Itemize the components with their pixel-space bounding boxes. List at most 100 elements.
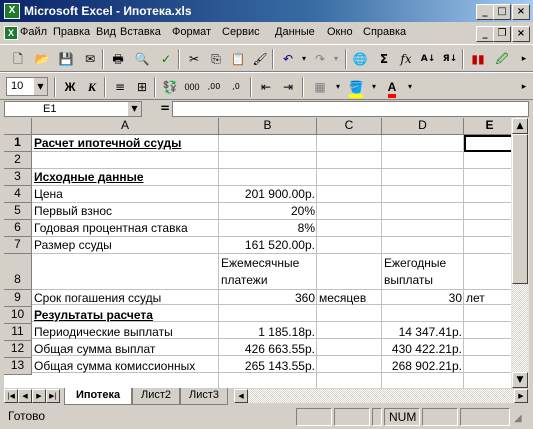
row-header-8[interactable]: 8 [4, 254, 32, 290]
cell-a5[interactable]: Первый взнос [32, 203, 219, 220]
borders-dropdown-icon[interactable]: ▾ [328, 77, 348, 97]
excel-app-icon[interactable]: X [4, 3, 20, 19]
row-header-7[interactable]: 7 [4, 237, 32, 254]
font-color-dropdown-icon[interactable]: ▾ [400, 77, 420, 97]
scroll-left-icon[interactable]: ◀ [234, 389, 248, 403]
align-left-icon[interactable]: ≡ [110, 77, 130, 97]
cell-e9[interactable]: лет [464, 290, 516, 307]
cell-b12[interactable]: 426 663.55р. [219, 341, 317, 358]
column-header-a[interactable]: A [32, 118, 219, 135]
scroll-up-icon[interactable]: ▲ [512, 118, 528, 134]
cell-a3[interactable]: Исходные данные [32, 169, 219, 186]
print-icon[interactable]: 🖶 [108, 49, 128, 69]
active-cell-e1[interactable] [464, 135, 516, 152]
vertical-scrollbar[interactable]: ▲ ▼ [511, 118, 529, 388]
sort-descending-icon[interactable]: Я↓ [440, 49, 460, 69]
doc-close-button[interactable]: × [512, 26, 530, 42]
minimize-button[interactable]: _ [476, 4, 494, 20]
open-folder-icon[interactable]: 📂 [32, 49, 52, 69]
name-box[interactable]: E1 ▼ [4, 101, 142, 117]
bold-button[interactable]: Ж [60, 77, 80, 97]
sheet-tab-list2[interactable]: Лист2 [132, 388, 180, 405]
cell-a10[interactable]: Результаты расчета [32, 307, 219, 324]
italic-button[interactable]: К [82, 77, 102, 97]
horizontal-scrollbar-track[interactable] [248, 389, 514, 403]
cell-a4[interactable]: Цена [32, 186, 219, 203]
new-document-icon[interactable]: 🗋 [8, 49, 28, 69]
row-header-3[interactable]: 3 [4, 169, 32, 186]
fill-color-icon[interactable]: 🪣 [346, 77, 366, 98]
print-preview-icon[interactable]: 🔍 [132, 49, 152, 69]
row-header-13[interactable]: 13 [4, 358, 32, 375]
doc-minimize-button[interactable]: _ [476, 26, 494, 42]
paste-icon[interactable]: 📋 [228, 49, 248, 69]
cell-d8[interactable]: Ежегодные выплаты [382, 255, 463, 289]
cut-icon[interactable]: ✂ [184, 49, 204, 69]
scrollbar-thumb[interactable] [512, 134, 528, 284]
menu-window[interactable]: Окно [327, 26, 353, 38]
decrease-decimal-icon[interactable]: ,0 [226, 77, 246, 97]
row-header-6[interactable]: 6 [4, 220, 32, 237]
select-all-corner[interactable] [4, 118, 32, 135]
cell-a13[interactable]: Общая сумма комиссионных [32, 358, 219, 375]
toolbar-options-icon[interactable]: ▸ [514, 49, 533, 69]
scroll-down-icon[interactable]: ▼ [512, 372, 528, 388]
thousands-separator-button[interactable]: 000 [182, 77, 202, 97]
last-sheet-icon[interactable]: ▶| [46, 389, 60, 403]
cell-b13[interactable]: 265 143.55р. [219, 358, 317, 375]
redo-dropdown-icon[interactable]: ▾ [326, 49, 346, 69]
document-icon[interactable]: X [4, 26, 18, 40]
sheet-tab-list3[interactable]: Лист3 [180, 388, 228, 405]
maximize-button[interactable]: □ [493, 4, 511, 20]
next-sheet-icon[interactable]: ▶ [32, 389, 46, 403]
row-header-5[interactable]: 5 [4, 203, 32, 220]
menu-format[interactable]: Формат [172, 26, 211, 38]
autosum-icon[interactable]: Σ [374, 49, 394, 69]
column-header-e[interactable]: E [464, 118, 516, 135]
chevron-down-icon[interactable]: ▼ [33, 78, 47, 95]
close-button[interactable]: × [512, 4, 530, 20]
cell-a1[interactable]: Расчет ипотечной ссуды [32, 135, 219, 152]
chart-wizard-icon[interactable]: ▮▮ [468, 49, 488, 69]
cell-c9[interactable]: месяцев [317, 290, 382, 307]
prev-sheet-icon[interactable]: ◀ [18, 389, 32, 403]
cell-a9[interactable]: Срок погашения ссуды [32, 290, 219, 307]
copy-icon[interactable]: ⎘ [206, 49, 226, 69]
currency-format-icon[interactable]: 💱 [160, 77, 180, 97]
cell-d12[interactable]: 430 422.21р. [382, 341, 464, 358]
row-header-12[interactable]: 12 [4, 341, 32, 358]
email-icon[interactable]: ✉ [80, 49, 100, 69]
cell-b9[interactable]: 360 [219, 290, 317, 307]
cell-b11[interactable]: 1 185.18р. [219, 324, 317, 341]
formula-input[interactable] [172, 101, 529, 117]
row-header-2[interactable]: 2 [4, 152, 32, 169]
cell-b4[interactable]: 201 900.00р. [219, 186, 317, 203]
row-header-1[interactable]: 1 [4, 135, 32, 152]
decrease-indent-icon[interactable]: ⇤ [256, 77, 276, 97]
row-header-10[interactable]: 10 [4, 307, 32, 324]
spelling-icon[interactable]: ✓ [156, 49, 176, 69]
drawing-icon[interactable]: 🖉 [492, 49, 512, 69]
menu-file[interactable]: Файл [20, 26, 47, 38]
cell-b8[interactable]: Ежемесячные платежи [219, 255, 316, 289]
menu-view[interactable]: Вид [96, 26, 116, 38]
cell-d9[interactable]: 30 [382, 290, 464, 307]
resize-grip-icon[interactable]: ◢ [514, 413, 528, 427]
cell-a7[interactable]: Размер ссуды [32, 237, 219, 254]
menu-tools[interactable]: Сервис [222, 26, 260, 38]
cell-b5[interactable]: 20% [219, 203, 317, 220]
sheet-tab-ipoteka[interactable]: Ипотека [64, 388, 132, 405]
format-painter-icon[interactable]: 🖌 [250, 49, 270, 69]
cell-d11[interactable]: 14 347.41р. [382, 324, 464, 341]
borders-icon[interactable]: ▦ [310, 77, 330, 97]
font-color-icon[interactable]: A [382, 77, 402, 98]
save-icon[interactable]: 💾 [56, 49, 76, 69]
cell-b6[interactable]: 8% [219, 220, 317, 237]
cell-a11[interactable]: Периодические выплаты [32, 324, 219, 341]
cell-d13[interactable]: 268 902.21р. [382, 358, 464, 375]
doc-restore-button[interactable]: ❐ [493, 26, 511, 42]
scrollbar-track[interactable] [512, 284, 528, 372]
menu-insert[interactable]: Вставка [120, 26, 161, 38]
menu-help[interactable]: Справка [363, 26, 406, 38]
scroll-right-icon[interactable]: ▶ [514, 389, 528, 403]
